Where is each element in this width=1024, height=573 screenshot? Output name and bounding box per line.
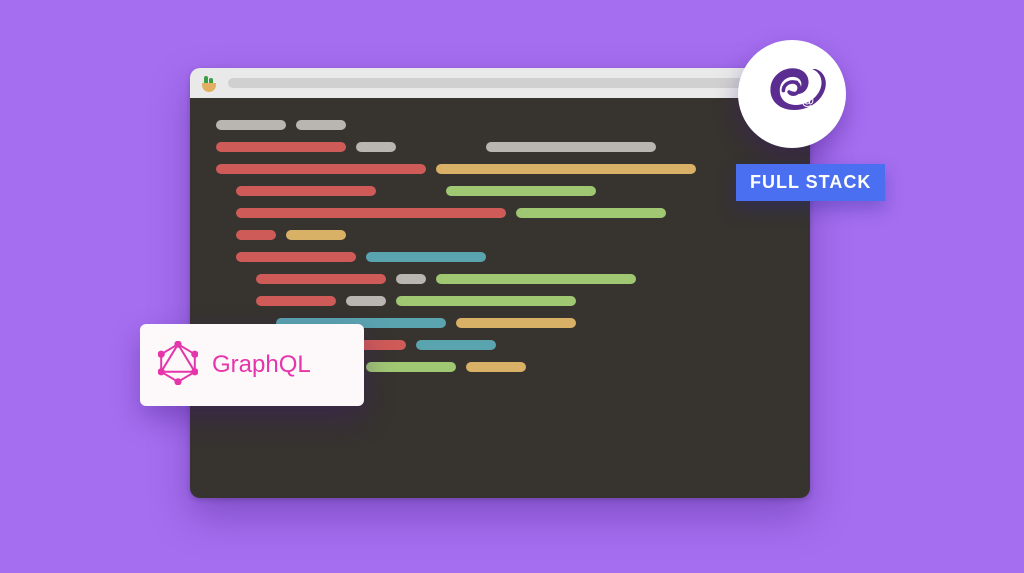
full-stack-label: FULL STACK [750, 172, 871, 192]
code-area [190, 98, 810, 498]
graphql-logo-icon [158, 341, 198, 390]
code-segment [256, 274, 386, 284]
code-segment [216, 164, 426, 174]
code-segment [446, 186, 596, 196]
code-segment [466, 362, 526, 372]
code-segment [396, 296, 576, 306]
code-segment [356, 142, 396, 152]
code-segment [236, 208, 506, 218]
code-line [216, 142, 784, 152]
code-segment [456, 318, 576, 328]
code-line [216, 120, 784, 130]
code-line [216, 208, 784, 218]
code-editor-window [190, 68, 810, 498]
code-line [216, 296, 784, 306]
code-segment [236, 230, 276, 240]
code-segment [516, 208, 666, 218]
code-segment [236, 252, 356, 262]
code-segment [256, 296, 336, 306]
code-segment [286, 230, 346, 240]
full-stack-tag: FULL STACK [736, 164, 885, 201]
code-line [216, 230, 784, 240]
code-line [216, 186, 784, 196]
blazor-logo-icon: @ [756, 56, 828, 133]
code-segment [236, 186, 376, 196]
code-segment [486, 142, 656, 152]
code-segment [216, 120, 286, 130]
code-segment [416, 340, 496, 350]
graphql-label: GraphQL [212, 351, 311, 379]
code-line [216, 164, 784, 174]
url-bar-placeholder [228, 78, 800, 88]
code-segment [216, 142, 346, 152]
cactus-favicon-icon [200, 74, 218, 92]
blazor-badge: @ [738, 40, 846, 148]
svg-text:@: @ [802, 92, 815, 107]
code-segment [366, 362, 456, 372]
code-segment [296, 120, 346, 130]
graphql-card: GraphQL [140, 324, 364, 406]
code-line [216, 274, 784, 284]
code-segment [346, 296, 386, 306]
code-segment [436, 274, 636, 284]
code-segment [436, 164, 696, 174]
code-segment [396, 274, 426, 284]
code-line [216, 252, 784, 262]
browser-title-bar [190, 68, 810, 98]
code-segment [366, 252, 486, 262]
